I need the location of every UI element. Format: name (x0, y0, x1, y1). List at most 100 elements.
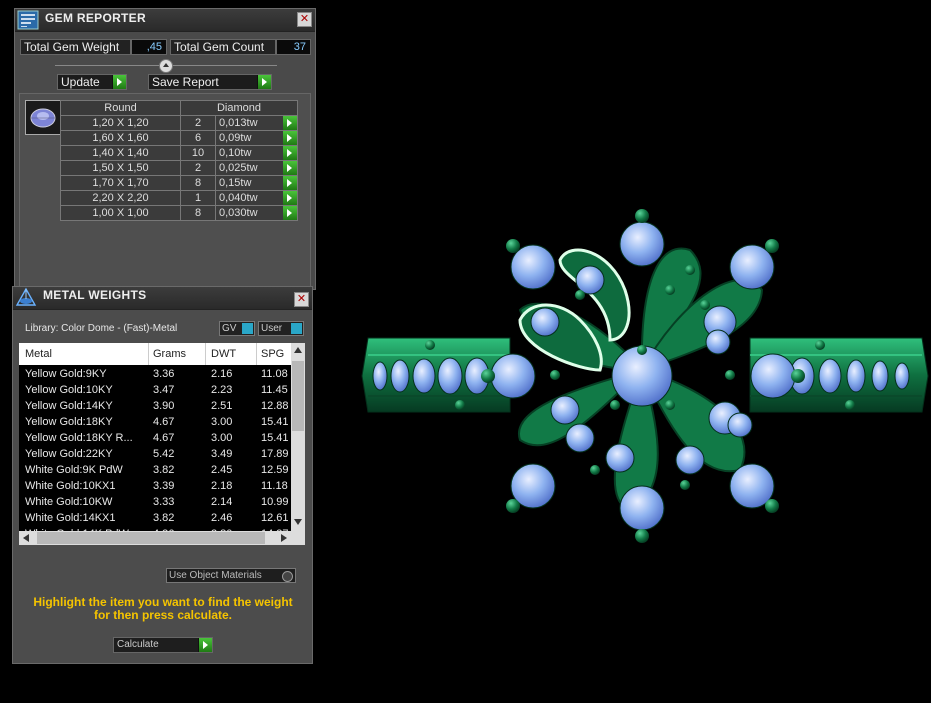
metal-grams: 3.47 (153, 384, 175, 396)
metal-weights-close-button[interactable]: ✕ (294, 292, 309, 307)
grams-column-header[interactable]: Grams (153, 348, 186, 360)
gem-weight: 0,025tw (215, 160, 298, 176)
gem-table-row[interactable]: 1,20 X 1,20 2 0,013tw (60, 115, 298, 131)
ring-3d-viewport[interactable] (330, 180, 930, 560)
use-object-materials-checkbox[interactable]: Use Object Materials (166, 568, 296, 583)
play-arrow-icon (257, 75, 271, 89)
scroll-right-arrow-icon[interactable] (281, 534, 287, 542)
metal-name: White Gold:14KX1 (25, 512, 116, 524)
gem-report-icon (17, 10, 39, 30)
gem-count: 10 (180, 145, 216, 161)
calculate-button-label: Calculate (117, 639, 159, 650)
gem-weight-value: 0,040tw (219, 192, 258, 204)
chevron-up-icon (163, 63, 169, 67)
calculate-button[interactable]: Calculate (113, 637, 213, 653)
metal-table-row[interactable]: Yellow Gold:18KY R... 4.67 3.00 15.41 (19, 430, 291, 446)
metal-dwt: 2.23 (211, 384, 233, 396)
gem-count: 2 (180, 115, 216, 131)
metal-grams: 4.67 (153, 432, 175, 444)
column-divider (256, 343, 257, 365)
play-arrow-icon (198, 638, 212, 652)
radio-indicator-icon (282, 571, 293, 582)
gem-table-row[interactable]: 1,00 X 1,00 8 0,030tw (60, 205, 298, 221)
user-label: User (261, 323, 283, 334)
gem-reporter-close-button[interactable]: ✕ (297, 12, 312, 27)
gem-weight-value: 0,030tw (219, 207, 258, 219)
gem-size: 1,60 X 1,60 (60, 130, 181, 146)
scale-icon (15, 287, 37, 306)
metal-table-row[interactable]: Yellow Gold:9KY 3.36 2.16 11.08 (19, 366, 291, 382)
metal-weights-panel: METAL WEIGHTS ✕ Library: Color Dome - (F… (12, 286, 313, 664)
scroll-up-arrow-icon[interactable] (294, 347, 302, 353)
gv-toggle[interactable]: GV (219, 321, 255, 336)
gem-table: Round Diamond 1,20 X 1,20 2 0,013tw 1,60 X … (60, 100, 298, 221)
gem-table-row[interactable]: 1,40 X 1,40 10 0,10tw (60, 145, 298, 161)
gem-weight: 0,09tw (215, 130, 298, 146)
gem-size: 1,50 X 1,50 (60, 160, 181, 176)
collapse-toggle[interactable] (159, 59, 173, 73)
select-arrow-icon[interactable] (283, 191, 297, 205)
gem-weight-value: 0,09tw (219, 132, 252, 144)
select-arrow-icon[interactable] (283, 161, 297, 175)
metal-table-row[interactable]: White Gold:14KX1 3.82 2.46 12.61 (19, 510, 291, 526)
gem-table-row[interactable]: 1,50 X 1,50 2 0,025tw (60, 160, 298, 176)
user-toggle[interactable]: User (258, 321, 304, 336)
total-gem-count-value: 37 (276, 39, 311, 55)
metal-grams: 3.39 (153, 480, 175, 492)
scrollbar-thumb[interactable] (292, 361, 304, 431)
gem-weight: 0,040tw (215, 190, 298, 206)
select-arrow-icon[interactable] (283, 176, 297, 190)
update-button[interactable]: Update (57, 74, 127, 90)
metal-table-row[interactable]: Yellow Gold:14KY 3.90 2.51 12.88 (19, 398, 291, 414)
toggle-indicator-icon (291, 323, 302, 334)
gem-reporter-panel: GEM REPORTER ✕ Total Gem Weight ,45 Tota… (14, 8, 316, 290)
metal-dwt: 3.49 (211, 448, 233, 460)
vertical-scrollbar[interactable] (291, 343, 305, 531)
metal-grams: 3.82 (153, 512, 175, 524)
metal-column-header[interactable]: Metal (25, 348, 52, 360)
metal-grams: 3.82 (153, 464, 175, 476)
gem-table-row[interactable]: 1,70 X 1,70 8 0,15tw (60, 175, 298, 191)
gem-weight: 0,15tw (215, 175, 298, 191)
round-gem-thumbnail[interactable] (25, 100, 61, 135)
metal-name: Yellow Gold:18KY R... (25, 432, 133, 444)
save-report-button[interactable]: Save Report (148, 74, 272, 90)
metal-spg: 11.45 (261, 384, 288, 396)
metal-table: Metal Grams DWT SPG Yellow Gold:9KY 3.36 2… (19, 343, 305, 545)
gem-reporter-titlebar[interactable]: GEM REPORTER ✕ (15, 9, 315, 32)
metal-weights-titlebar[interactable]: METAL WEIGHTS ✕ (13, 287, 312, 310)
metal-table-row[interactable]: Yellow Gold:10KY 3.47 2.23 11.45 (19, 382, 291, 398)
metal-dwt: 2.16 (211, 368, 233, 380)
select-arrow-icon[interactable] (283, 206, 297, 220)
toggle-indicator-icon (242, 323, 253, 334)
metal-table-row[interactable]: Yellow Gold:18KY 4.67 3.00 15.41 (19, 414, 291, 430)
scroll-down-arrow-icon[interactable] (294, 519, 302, 525)
select-arrow-icon[interactable] (283, 146, 297, 160)
gem-weight-value: 0,15tw (219, 177, 252, 189)
horizontal-scrollbar[interactable] (19, 531, 305, 545)
select-arrow-icon[interactable] (283, 116, 297, 130)
metal-grams: 3.33 (153, 496, 175, 508)
gem-count: 6 (180, 130, 216, 146)
metal-dwt: 2.51 (211, 400, 233, 412)
select-arrow-icon[interactable] (283, 131, 297, 145)
scroll-left-arrow-icon[interactable] (23, 534, 29, 542)
gem-count: 8 (180, 175, 216, 191)
gem-table-row[interactable]: 2,20 X 2,20 1 0,040tw (60, 190, 298, 206)
metal-table-row[interactable]: Yellow Gold:22KY 5.42 3.49 17.89 (19, 446, 291, 462)
metal-dwt: 2.18 (211, 480, 233, 492)
metal-table-row[interactable]: White Gold:10KX1 3.39 2.18 11.18 (19, 478, 291, 494)
total-gem-count-label: Total Gem Count (170, 39, 276, 55)
metal-table-row[interactable]: White Gold:9K PdW 3.82 2.45 12.59 (19, 462, 291, 478)
gem-table-row[interactable]: 1,60 X 1,60 6 0,09tw (60, 130, 298, 146)
metal-table-header: Metal Grams DWT SPG (19, 343, 291, 365)
metal-name: White Gold:9K PdW (25, 464, 123, 476)
metal-table-row[interactable]: White Gold:10KW 3.33 2.14 10.99 (19, 494, 291, 510)
metal-spg: 10.99 (261, 496, 289, 508)
scrollbar-thumb[interactable] (37, 532, 265, 544)
spg-column-header[interactable]: SPG (261, 348, 284, 360)
column-divider (205, 343, 206, 365)
dwt-column-header[interactable]: DWT (211, 348, 236, 360)
material-column-header: Diamond (180, 100, 298, 116)
metal-name: Yellow Gold:10KY (25, 384, 113, 396)
